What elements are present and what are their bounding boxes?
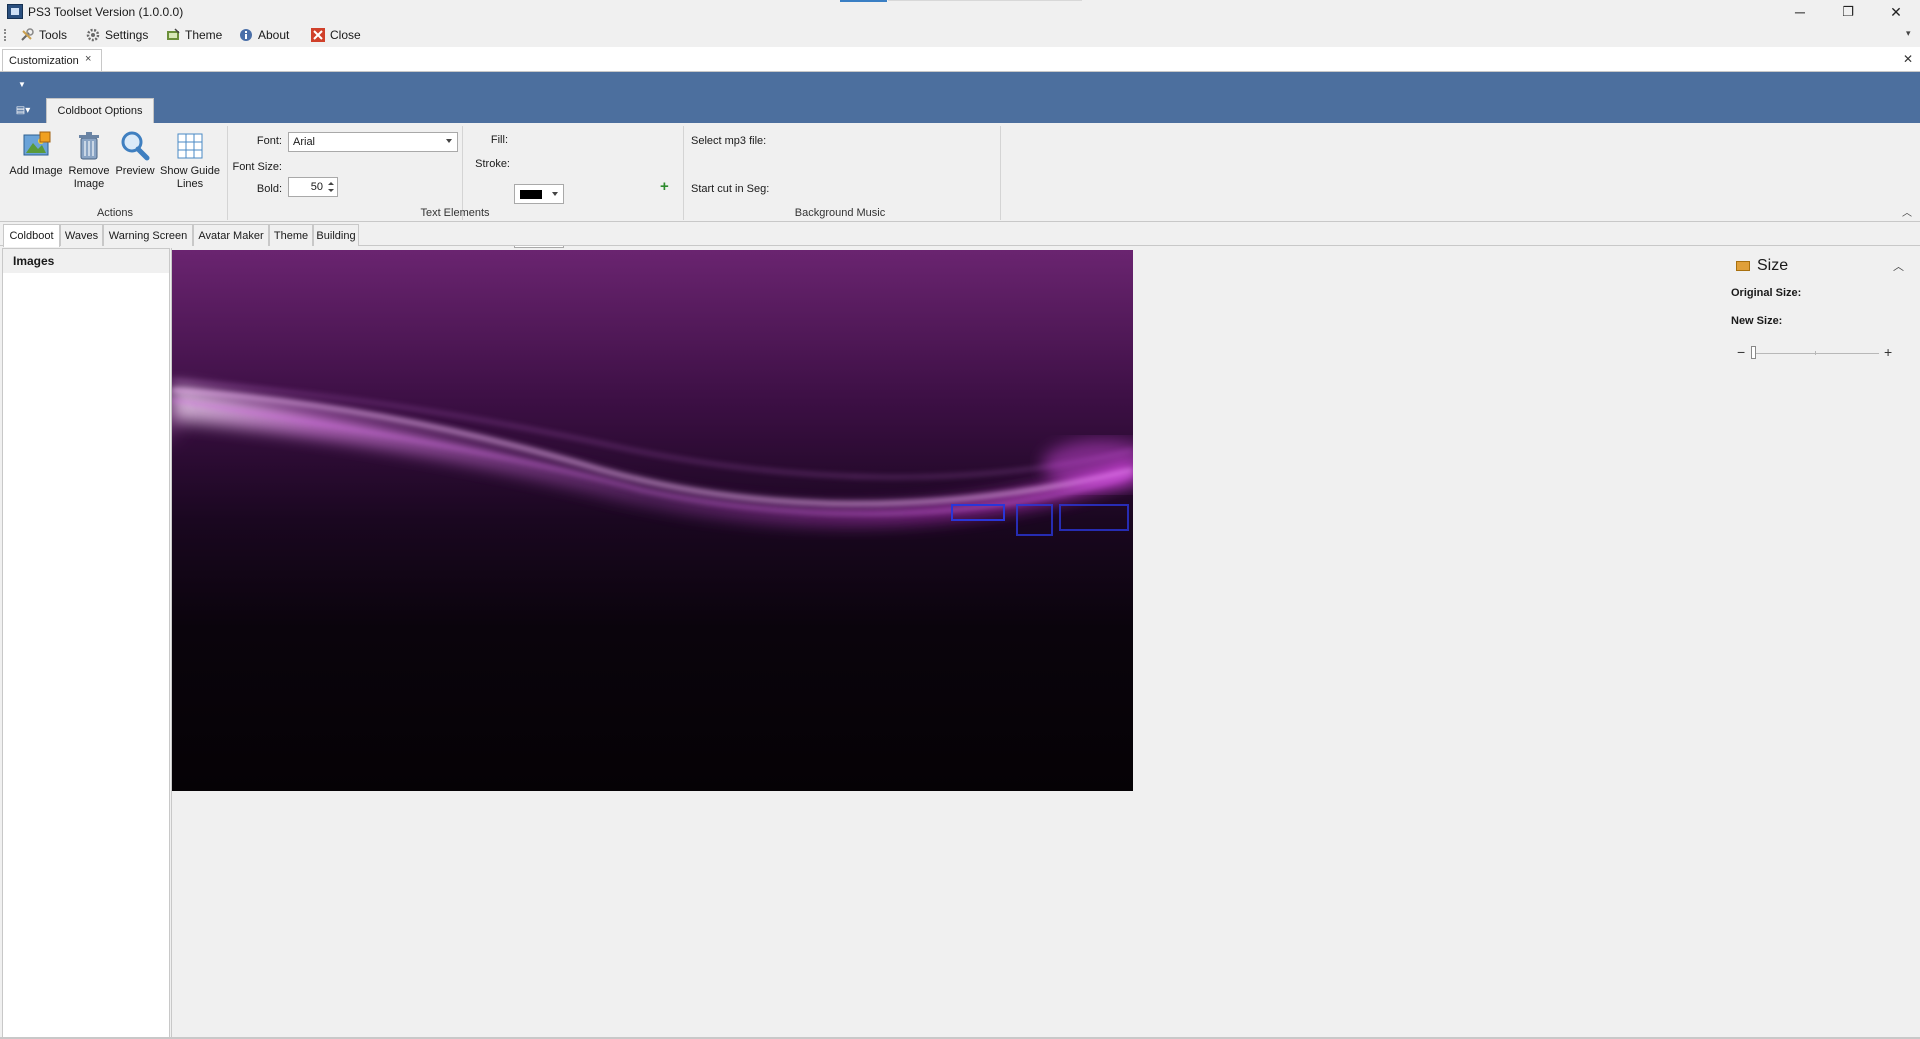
- spin-down-icon[interactable]: [328, 189, 334, 192]
- restore-button[interactable]: ❐: [1825, 0, 1871, 24]
- original-size-label: Original Size:: [1731, 287, 1802, 299]
- add-image-button[interactable]: Add Image: [9, 130, 63, 178]
- menu-tools-label: Tools: [39, 28, 68, 42]
- spin-up-icon[interactable]: [328, 182, 334, 185]
- preview-label-1: Preview: [115, 165, 155, 177]
- group-separator: [1000, 126, 1001, 220]
- ribbon-app-menu-button[interactable]: ▤▾: [9, 99, 37, 121]
- chevron-down-icon: [552, 192, 558, 196]
- guide-lines-label-2: Lines: [176, 178, 204, 190]
- add-text-icon[interactable]: +: [660, 178, 669, 195]
- images-panel-title: Images: [3, 249, 169, 273]
- start-cut-label: Start cut in Seg:: [691, 183, 770, 195]
- remove-image-label-2: Image: [73, 178, 105, 190]
- tab-coldboot[interactable]: Coldboot: [3, 224, 60, 247]
- tab-theme[interactable]: Theme: [269, 224, 313, 246]
- doc-tab-close-icon[interactable]: ×: [85, 53, 91, 65]
- select-mp3-label: Select mp3 file:: [691, 135, 767, 147]
- theme-icon: [166, 28, 180, 42]
- zoom-in-plus-icon[interactable]: +: [1884, 344, 1892, 360]
- guide-lines-label-1: Show Guide: [160, 165, 220, 177]
- close-red-icon: [311, 28, 325, 42]
- group-separator: [227, 126, 228, 220]
- group-separator: [683, 126, 684, 220]
- tools-icon: [20, 28, 34, 42]
- size-slider-thumb[interactable]: [1751, 346, 1756, 359]
- menu-settings[interactable]: Settings: [84, 25, 150, 45]
- grid-icon: [174, 130, 206, 162]
- remove-image-label-1: Remove: [68, 165, 110, 177]
- ribbon-collapse-chevron-icon[interactable]: ︿: [1902, 204, 1912, 219]
- menu-settings-label: Settings: [105, 28, 149, 42]
- coldboot-preview-canvas[interactable]: [172, 250, 1133, 791]
- ribbon-tab-coldboot-options[interactable]: Coldboot Options: [46, 98, 154, 123]
- tab-warning-screen[interactable]: Warning Screen: [103, 224, 193, 246]
- text-elements-group-label: Text Elements: [420, 207, 490, 219]
- title-accent-line: [888, 0, 1082, 1]
- images-panel: [2, 248, 170, 1038]
- fill-label: Fill:: [490, 134, 508, 146]
- stroke-label: Stroke:: [475, 158, 510, 170]
- font-size-value: 50: [310, 181, 323, 193]
- preview-button[interactable]: Preview: [113, 130, 157, 178]
- tab-waves[interactable]: Waves: [60, 224, 103, 246]
- info-icon: [239, 28, 253, 42]
- actions-group-label: Actions: [96, 207, 134, 219]
- size-slider-track[interactable]: [1754, 353, 1879, 354]
- show-guide-lines-button[interactable]: Show Guide Lines: [160, 130, 220, 191]
- menu-about[interactable]: About: [237, 25, 291, 45]
- ribbon-header: [0, 72, 1920, 123]
- background-music-group-label: Background Music: [794, 207, 886, 219]
- add-image-icon: [20, 130, 52, 162]
- menu-grip[interactable]: [4, 29, 8, 41]
- fill-color-swatch: [520, 190, 542, 199]
- fill-color-picker[interactable]: [514, 184, 564, 204]
- new-size-label: New Size:: [1731, 315, 1783, 327]
- group-separator: [462, 126, 463, 220]
- magnifier-icon: [119, 130, 151, 162]
- menu-tools[interactable]: Tools: [18, 25, 69, 45]
- menu-close-label: Close: [330, 28, 361, 42]
- tab-building[interactable]: Building: [313, 224, 359, 246]
- quick-access-chevron-icon[interactable]: ▼: [18, 80, 26, 89]
- font-value: Arial: [293, 136, 316, 148]
- font-label: Font:: [256, 135, 282, 147]
- bold-label: Bold:: [256, 183, 282, 195]
- font-combobox[interactable]: Arial: [288, 132, 458, 152]
- menu-theme-label: Theme: [185, 28, 223, 42]
- add-image-label-1: Add Image: [9, 165, 63, 177]
- doc-tab-label: Customization: [9, 54, 79, 67]
- app-icon: [7, 4, 23, 19]
- menu-theme[interactable]: Theme: [164, 25, 224, 45]
- gear-icon: [86, 28, 100, 42]
- close-window-button[interactable]: ✕: [1873, 0, 1919, 24]
- size-panel-title: Size: [1757, 257, 1789, 274]
- chevron-down-icon: [446, 139, 452, 143]
- tab-avatar-maker[interactable]: Avatar Maker: [193, 224, 269, 246]
- size-panel-header[interactable]: Size: [1736, 256, 1906, 276]
- close-document-icon[interactable]: ✕: [1903, 52, 1913, 66]
- menu-overflow-chevron-icon[interactable]: ▾: [1906, 28, 1911, 39]
- remove-image-button[interactable]: Remove Image: [68, 130, 110, 191]
- collapse-chevron-up-icon[interactable]: ︿: [1893, 258, 1904, 274]
- size-icon: [1736, 261, 1750, 271]
- trash-icon: [73, 130, 105, 162]
- zoom-out-minus-icon[interactable]: −: [1737, 344, 1745, 360]
- window-title: PS3 Toolset Version (1.0.0.0): [28, 5, 184, 19]
- slider-center-tick: [1815, 351, 1816, 355]
- menu-close[interactable]: Close: [309, 25, 363, 45]
- menu-about-label: About: [258, 28, 290, 42]
- font-size-label: Font Size:: [232, 161, 282, 173]
- title-accent-bar: [840, 0, 887, 2]
- ps3-wave-background-image: [172, 250, 1133, 791]
- font-size-stepper[interactable]: 50: [288, 177, 338, 197]
- document-tab-strip: [0, 47, 1920, 72]
- minimize-button[interactable]: ─: [1777, 0, 1823, 24]
- title-bar: [0, 0, 1920, 24]
